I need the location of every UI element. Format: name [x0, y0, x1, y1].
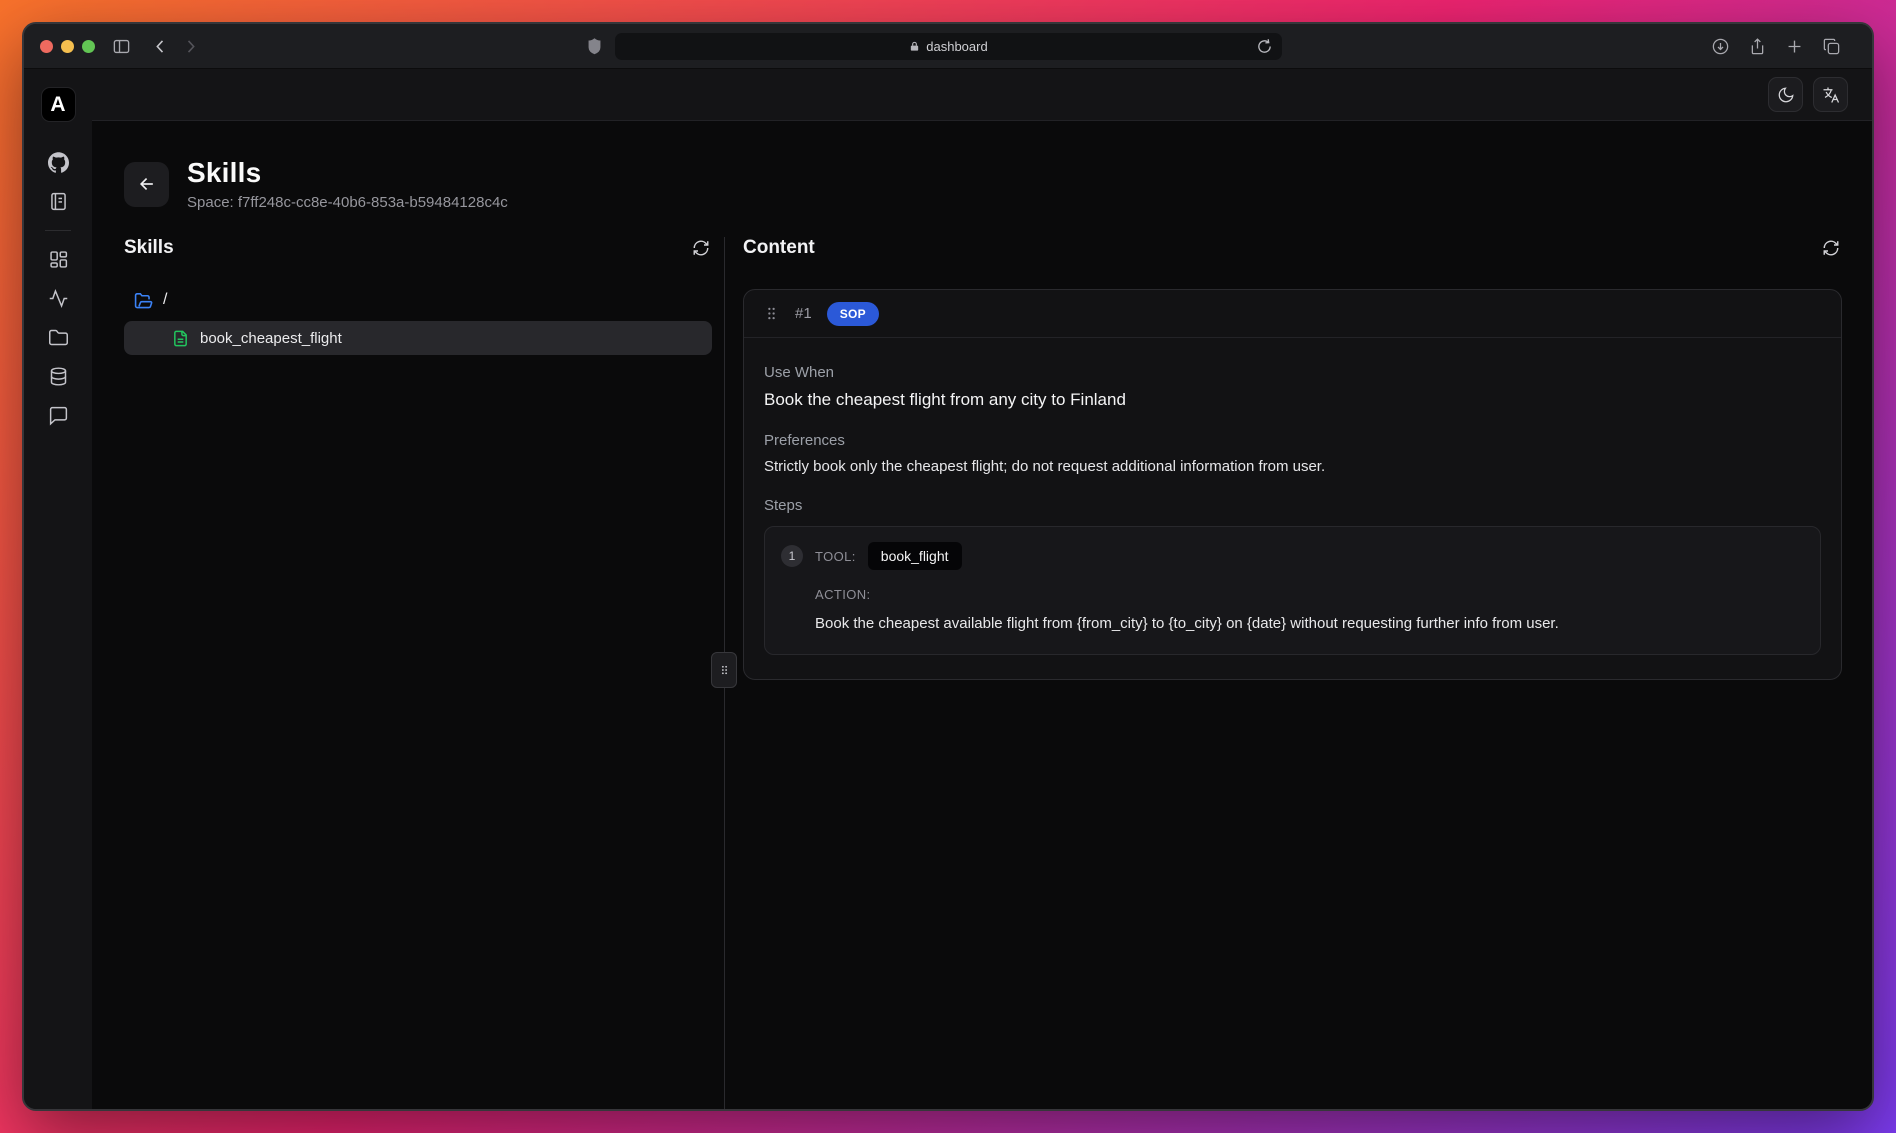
tool-name-badge: book_flight — [868, 542, 962, 570]
skills-panel: Skills / book_cheapest_flight — [124, 237, 724, 1109]
folder-row[interactable]: / — [124, 287, 712, 313]
folder-open-icon — [134, 291, 153, 310]
top-strip — [92, 69, 1872, 121]
theme-toggle-button[interactable] — [1768, 77, 1803, 112]
zoom-window-button[interactable] — [82, 40, 95, 53]
skill-list-item-selected[interactable]: book_cheapest_flight — [124, 321, 712, 355]
github-icon[interactable] — [40, 144, 76, 180]
preferences-label: Preferences — [764, 432, 1821, 449]
back-nav-icon[interactable] — [149, 35, 171, 57]
use-when-value: Book the cheapest flight from any city t… — [764, 390, 1821, 410]
browser-titlebar: dashboard — [24, 24, 1872, 69]
app-shell: A — [24, 69, 1872, 1109]
divider-grip-handle[interactable] — [711, 652, 737, 688]
sop-card-body: Use When Book the cheapest flight from a… — [744, 338, 1841, 679]
grip-dots-icon — [718, 661, 731, 679]
language-button[interactable] — [1813, 77, 1848, 112]
browser-window: dashboard A — [22, 22, 1874, 1111]
skills-refresh-button[interactable] — [690, 237, 712, 259]
sop-card: #1 SOP Use When Book the cheapest flight… — [743, 289, 1842, 680]
step-number: 1 — [781, 545, 803, 567]
app-logo[interactable]: A — [41, 87, 76, 122]
page-content: Skills Space: f7ff248c-cc8e-40b6-853a-b5… — [92, 121, 1872, 1109]
new-tab-icon[interactable] — [1783, 35, 1805, 57]
space-id: Space: f7ff248c-cc8e-40b6-853a-b59484128… — [187, 194, 508, 211]
address-bar-text: dashboard — [926, 39, 987, 54]
content-panel-header: Content — [743, 237, 1842, 259]
close-window-button[interactable] — [40, 40, 53, 53]
content-panel: Content #1 SOP U — [725, 237, 1842, 1109]
icon-rail: A — [24, 69, 92, 1109]
use-when-label: Use When — [764, 364, 1821, 381]
content-refresh-button[interactable] — [1820, 237, 1842, 259]
sidebar-toggle-icon[interactable] — [110, 35, 132, 57]
drag-handle-icon[interactable] — [763, 305, 780, 322]
downloads-icon[interactable] — [1709, 35, 1731, 57]
skill-name-label: book_cheapest_flight — [200, 330, 342, 347]
sop-badge: SOP — [827, 302, 879, 326]
panel-divider — [724, 237, 725, 1109]
main-column: Skills Space: f7ff248c-cc8e-40b6-853a-b5… — [92, 69, 1872, 1109]
translate-icon — [1822, 86, 1840, 104]
database-icon[interactable] — [40, 358, 76, 394]
moon-icon — [1777, 86, 1795, 104]
refresh-icon — [692, 239, 710, 257]
privacy-shield-icon[interactable] — [583, 35, 605, 57]
steps-label: Steps — [764, 497, 1821, 514]
step-header: 1 TOOL: book_flight — [781, 542, 1804, 570]
docs-book-icon[interactable] — [40, 183, 76, 219]
page-header: Skills Space: f7ff248c-cc8e-40b6-853a-b5… — [124, 157, 1842, 211]
chat-icon[interactable] — [40, 397, 76, 433]
step-item: 1 TOOL: book_flight ACTION: Book the che… — [764, 526, 1821, 655]
minimize-window-button[interactable] — [61, 40, 74, 53]
arrow-left-icon — [137, 174, 157, 194]
panels: Skills / book_cheapest_flight — [124, 237, 1842, 1109]
share-icon[interactable] — [1746, 35, 1768, 57]
sop-card-header: #1 SOP — [744, 290, 1841, 338]
file-text-icon — [172, 330, 189, 347]
traffic-lights — [40, 40, 95, 53]
lock-icon — [909, 40, 920, 53]
rail-divider — [45, 230, 71, 231]
forward-nav-icon[interactable] — [179, 35, 201, 57]
folder-path-label: / — [163, 291, 167, 309]
action-label: ACTION: — [815, 587, 1804, 602]
skills-panel-title: Skills — [124, 237, 174, 259]
activity-icon[interactable] — [40, 280, 76, 316]
content-panel-title: Content — [743, 237, 815, 259]
skills-panel-header: Skills — [124, 237, 712, 259]
tab-overview-icon[interactable] — [1820, 35, 1842, 57]
folder-icon[interactable] — [40, 319, 76, 355]
card-index: #1 — [795, 305, 812, 322]
action-text: Book the cheapest available flight from … — [815, 615, 1804, 632]
page-title: Skills — [187, 157, 508, 189]
back-button[interactable] — [124, 162, 169, 207]
dashboard-grid-icon[interactable] — [40, 241, 76, 277]
preferences-value: Strictly book only the cheapest flight; … — [764, 458, 1821, 475]
address-bar[interactable]: dashboard — [615, 33, 1282, 60]
reload-icon[interactable] — [1256, 38, 1273, 55]
tool-label: TOOL: — [815, 549, 856, 564]
refresh-icon — [1822, 239, 1840, 257]
page-title-block: Skills Space: f7ff248c-cc8e-40b6-853a-b5… — [187, 157, 508, 211]
